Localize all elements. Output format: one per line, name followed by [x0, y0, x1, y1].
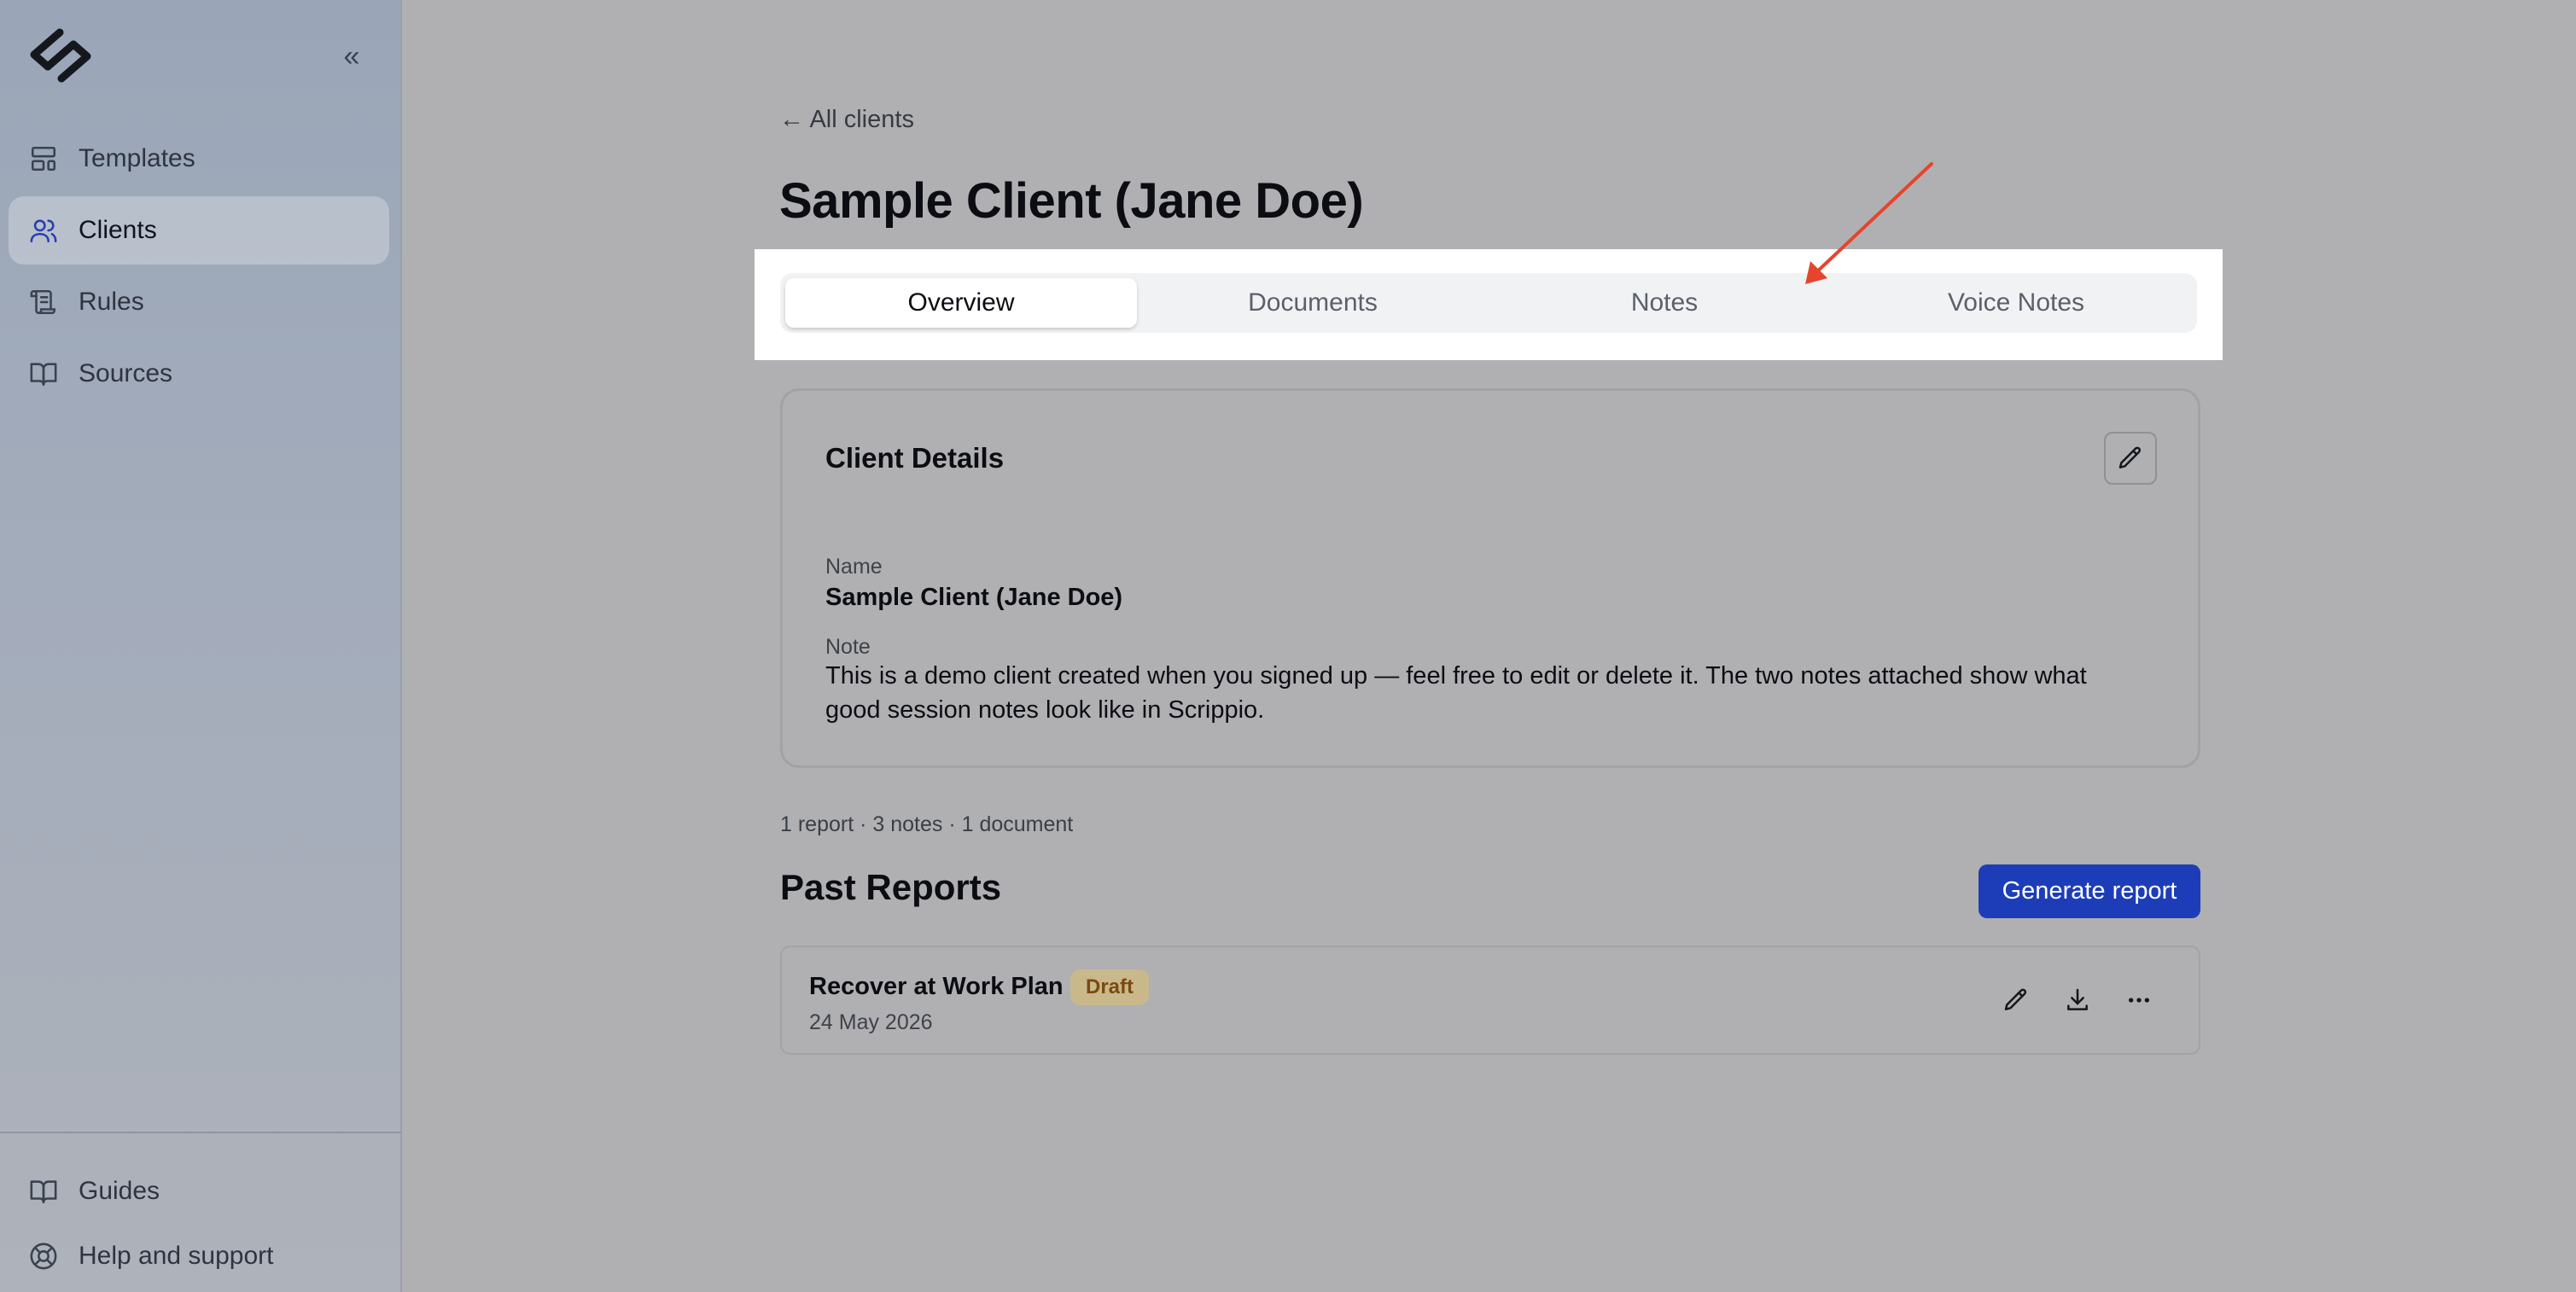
more-horizontal-icon	[2129, 998, 2149, 1003]
sidebar-item-rules[interactable]: Rules	[9, 268, 389, 336]
sidebar-item-clients[interactable]: Clients	[9, 196, 389, 265]
sidebar-divider	[0, 1132, 402, 1133]
report-title: Recover at Work Plan	[809, 973, 1064, 1000]
tabs-highlight-panel: Overview Documents Notes Voice Notes	[755, 249, 2223, 360]
life-buoy-icon	[30, 1243, 57, 1270]
note-label: Note	[825, 635, 871, 659]
edit-report-button[interactable]	[1992, 976, 2040, 1024]
more-options-button[interactable]	[2115, 976, 2163, 1024]
tab-voice-notes[interactable]: Voice Notes	[1840, 278, 2192, 328]
scroll-icon	[30, 289, 56, 315]
tab-overview[interactable]: Overview	[785, 278, 1137, 328]
client-summary-counts: 1 report · 3 notes · 1 document	[780, 812, 1074, 836]
tab-notes[interactable]: Notes	[1489, 278, 1840, 328]
sidebar-item-label: Guides	[79, 1177, 160, 1205]
app-logo[interactable]	[22, 26, 99, 85]
download-icon	[2067, 988, 2088, 1010]
tab-documents[interactable]: Documents	[1137, 278, 1489, 328]
client-details-card: Client Details Name Sample Client (Jane …	[780, 388, 2200, 768]
tab-bar: Overview Documents Notes Voice Notes	[780, 273, 2197, 333]
users-icon	[30, 219, 57, 243]
collapse-sidebar-button[interactable]: «	[335, 39, 369, 73]
sidebar-item-label: Rules	[79, 288, 144, 316]
logo-icon	[30, 28, 91, 83]
sidebar-item-sources[interactable]: Sources	[9, 340, 389, 408]
sidebar-item-label: Clients	[79, 216, 157, 244]
sidebar-item-help-and-support[interactable]: Help and support	[9, 1222, 389, 1290]
sidebar-item-label: Templates	[79, 144, 195, 172]
main-content: ← All clients Sample Client (Jane Doe) O…	[404, 0, 2576, 1292]
name-label: Name	[825, 555, 883, 579]
report-date: 24 May 2026	[809, 1010, 933, 1034]
generate-report-button[interactable]: Generate report	[1979, 864, 2200, 918]
book-open-icon	[30, 363, 57, 387]
sidebar-item-guides[interactable]: Guides	[9, 1157, 389, 1225]
pencil-icon	[2004, 988, 2027, 1010]
pencil-icon	[2118, 446, 2142, 468]
page-title: Sample Client (Jane Doe)	[779, 173, 1364, 229]
report-row[interactable]: Recover at Work Plan Draft 24 May 2026	[780, 946, 2200, 1055]
past-reports-title: Past Reports	[780, 867, 1002, 907]
sidebar-item-templates[interactable]: Templates	[9, 125, 389, 193]
back-to-all-clients-link[interactable]: ← All clients	[779, 106, 914, 134]
chevrons-left-icon: «	[343, 39, 360, 73]
status-badge: Draft	[1070, 969, 1150, 1005]
edit-client-button[interactable]	[2104, 432, 2157, 485]
sidebar-item-label: Sources	[79, 359, 173, 387]
note-value: This is a demo client created when you s…	[825, 662, 2087, 724]
client-details-title: Client Details	[825, 442, 1005, 474]
download-report-button[interactable]	[2054, 976, 2101, 1024]
name-value: Sample Client (Jane Doe)	[825, 584, 1123, 611]
sidebar-item-label: Help and support	[79, 1242, 274, 1270]
book-open-icon	[30, 1180, 57, 1204]
layout-template-icon	[31, 146, 56, 172]
sidebar: « Templates Clients Rules Sources Guides…	[0, 0, 402, 1292]
